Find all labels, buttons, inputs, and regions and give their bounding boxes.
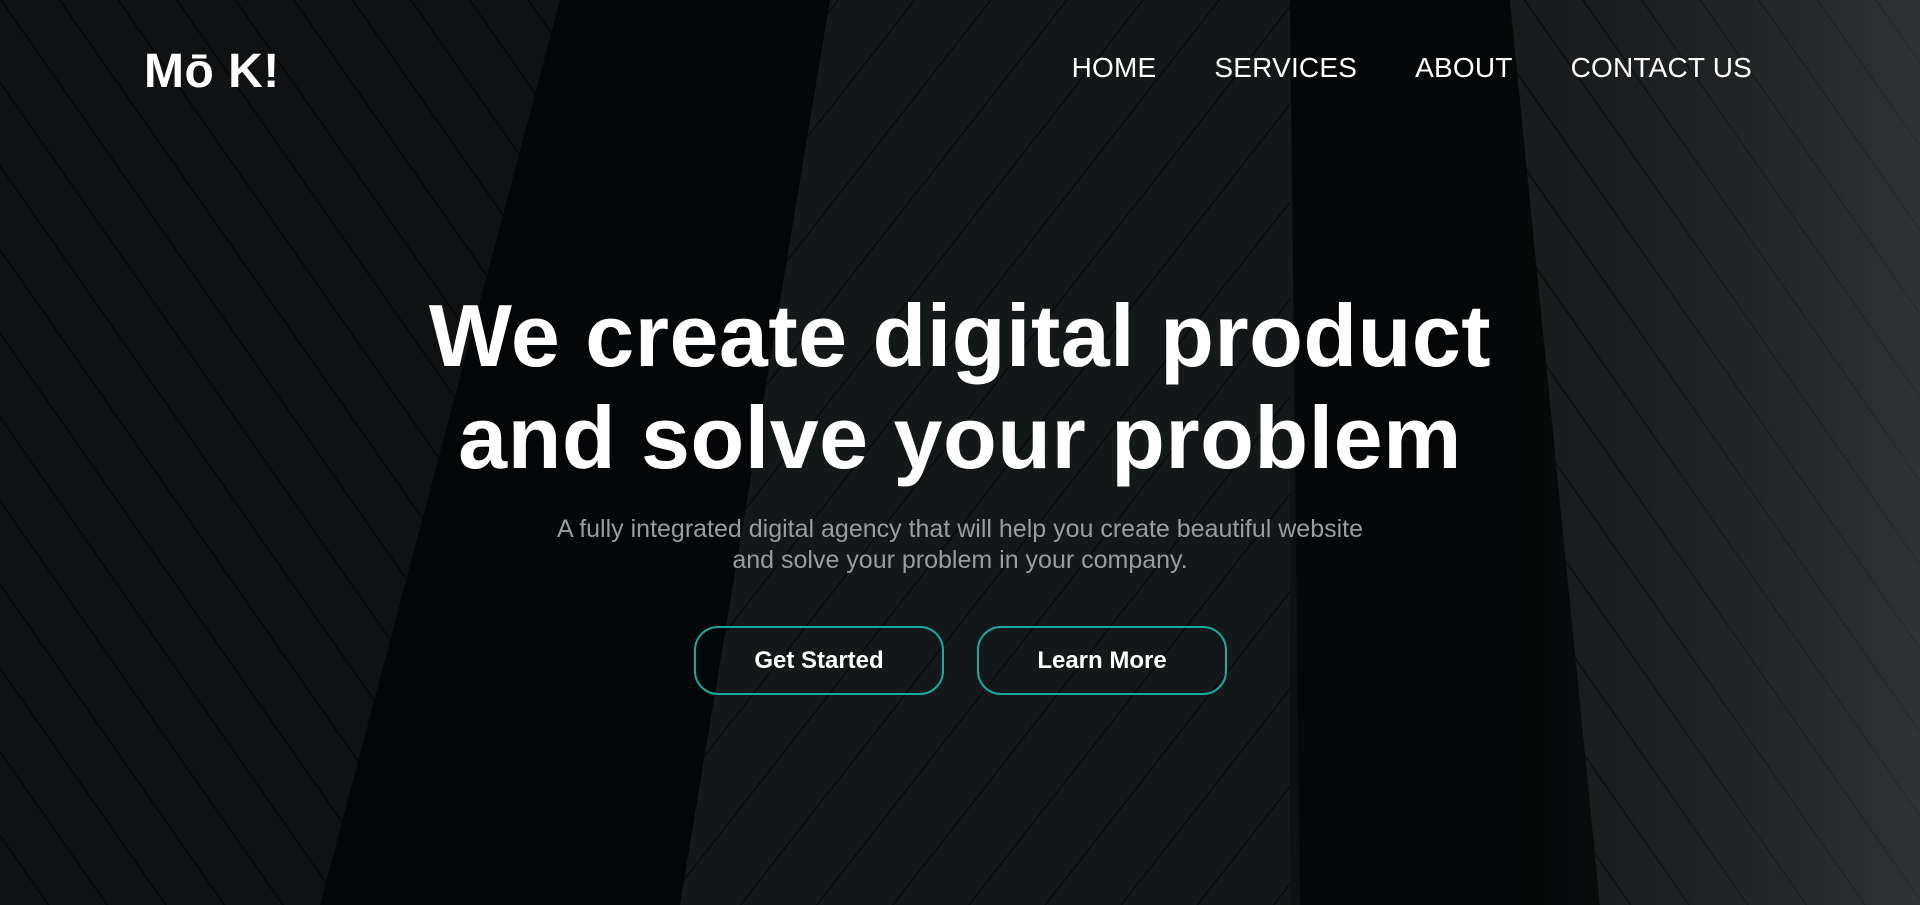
hero-headline: We create digital product and solve your… [0, 285, 1920, 489]
get-started-button[interactable]: Get Started [694, 626, 944, 695]
nav-item-about[interactable]: ABOUT [1415, 52, 1512, 84]
brand-logo[interactable]: Mō K! [144, 44, 280, 99]
hero-subtitle-line-2: and solve your problem in your company. [732, 546, 1188, 574]
hero-subtitle: A fully integrated digital agency that w… [0, 514, 1920, 576]
nav-item-services[interactable]: SERVICES [1214, 52, 1357, 84]
hero-subtitle-line-1: A fully integrated digital agency that w… [556, 515, 1364, 543]
main-nav: HOME SERVICES ABOUT CONTACT US [1072, 52, 1752, 84]
nav-item-home[interactable]: HOME [1072, 52, 1157, 84]
hero-section: Mō K! HOME SERVICES ABOUT CONTACT US We … [0, 0, 1920, 905]
nav-item-contact-us[interactable]: CONTACT US [1571, 52, 1752, 84]
top-navigation-bar: Mō K! HOME SERVICES ABOUT CONTACT US [0, 0, 1920, 140]
hero-headline-line-1: We create digital product [428, 286, 1492, 385]
hero-headline-line-2: and solve your problem [458, 388, 1462, 487]
hero-cta-group: Get Started Learn More [694, 626, 1227, 695]
learn-more-button[interactable]: Learn More [977, 626, 1227, 695]
